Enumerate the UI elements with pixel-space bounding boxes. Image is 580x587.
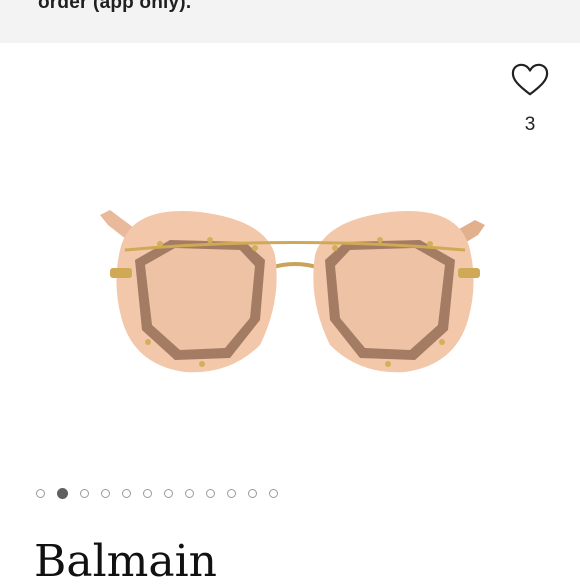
like-count: 3 <box>524 114 536 135</box>
carousel-dot[interactable] <box>122 488 131 498</box>
brand-name: Balmain <box>34 536 218 587</box>
carousel-dot[interactable] <box>269 488 278 498</box>
carousel-dot[interactable] <box>80 488 89 498</box>
carousel-dot[interactable] <box>36 488 45 498</box>
promo-banner: order (app only). <box>0 0 580 43</box>
carousel-dot[interactable] <box>164 488 173 498</box>
carousel-dot[interactable] <box>185 488 194 498</box>
carousel-dot[interactable] <box>227 488 236 498</box>
carousel-dot[interactable] <box>248 488 257 498</box>
banner-text: order (app only). <box>38 0 192 13</box>
heart-icon <box>511 63 549 96</box>
carousel-dot[interactable] <box>143 488 152 498</box>
carousel-dot[interactable] <box>206 488 215 498</box>
carousel-dot[interactable] <box>57 487 68 499</box>
sunglasses-image <box>100 210 485 373</box>
like-button[interactable]: 3 <box>508 62 552 142</box>
carousel-dot[interactable] <box>101 488 110 498</box>
carousel-indicators <box>36 486 278 500</box>
